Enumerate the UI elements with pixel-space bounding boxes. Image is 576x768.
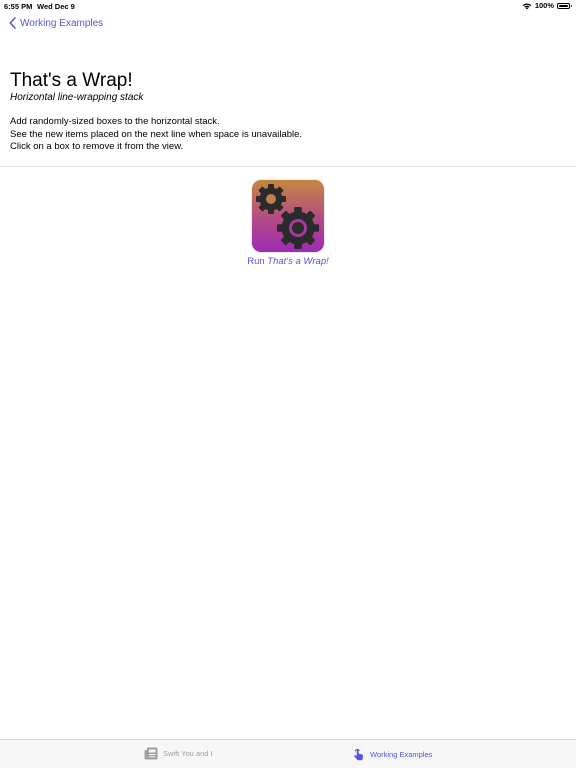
run-example-link[interactable]: Run That's a Wrap! — [0, 256, 576, 267]
description-line: See the new items placed on the next lin… — [10, 128, 303, 140]
tab-label: Swift You and I — [163, 749, 213, 758]
tab-working-examples[interactable]: Working Examples — [353, 747, 432, 761]
battery-icon — [557, 2, 572, 9]
tab-bar: Swift You and I Working Examples — [0, 739, 576, 768]
status-right: 100% — [522, 1, 572, 10]
run-example-button[interactable] — [252, 180, 324, 252]
description-line: Add randomly-sized boxes to the horizont… — [10, 116, 220, 127]
run-link-prefix: Run — [247, 256, 268, 267]
status-date: Wed Dec 9 — [37, 2, 75, 11]
description-line: Click on a box to remove it from the vie… — [10, 141, 184, 152]
gears-icon — [256, 184, 319, 249]
page-title: That's a Wrap! — [10, 70, 133, 91]
description: Add randomly-sized boxes to the horizont… — [10, 116, 302, 154]
back-button-label: Working Examples — [20, 17, 104, 29]
tab-label: Working Examples — [370, 749, 433, 759]
wifi-icon — [522, 3, 532, 9]
page-subtitle: Horizontal line-wrapping stack — [10, 92, 144, 103]
status-time: 6:55 PM — [4, 2, 33, 11]
back-button[interactable]: Working Examples — [9, 17, 103, 29]
battery-level — [559, 4, 568, 7]
battery-percentage: 100% — [534, 1, 554, 10]
newspaper-icon — [144, 747, 158, 760]
hand-tap-icon — [354, 748, 364, 761]
run-link-name: That's a Wrap! — [267, 256, 329, 267]
tab-swift-you-and-i[interactable]: Swift You and I — [144, 747, 213, 760]
status-bar: 6:55 PM Wed Dec 9 100% — [0, 0, 576, 14]
chevron-left-icon — [9, 17, 16, 29]
divider — [0, 166, 576, 167]
